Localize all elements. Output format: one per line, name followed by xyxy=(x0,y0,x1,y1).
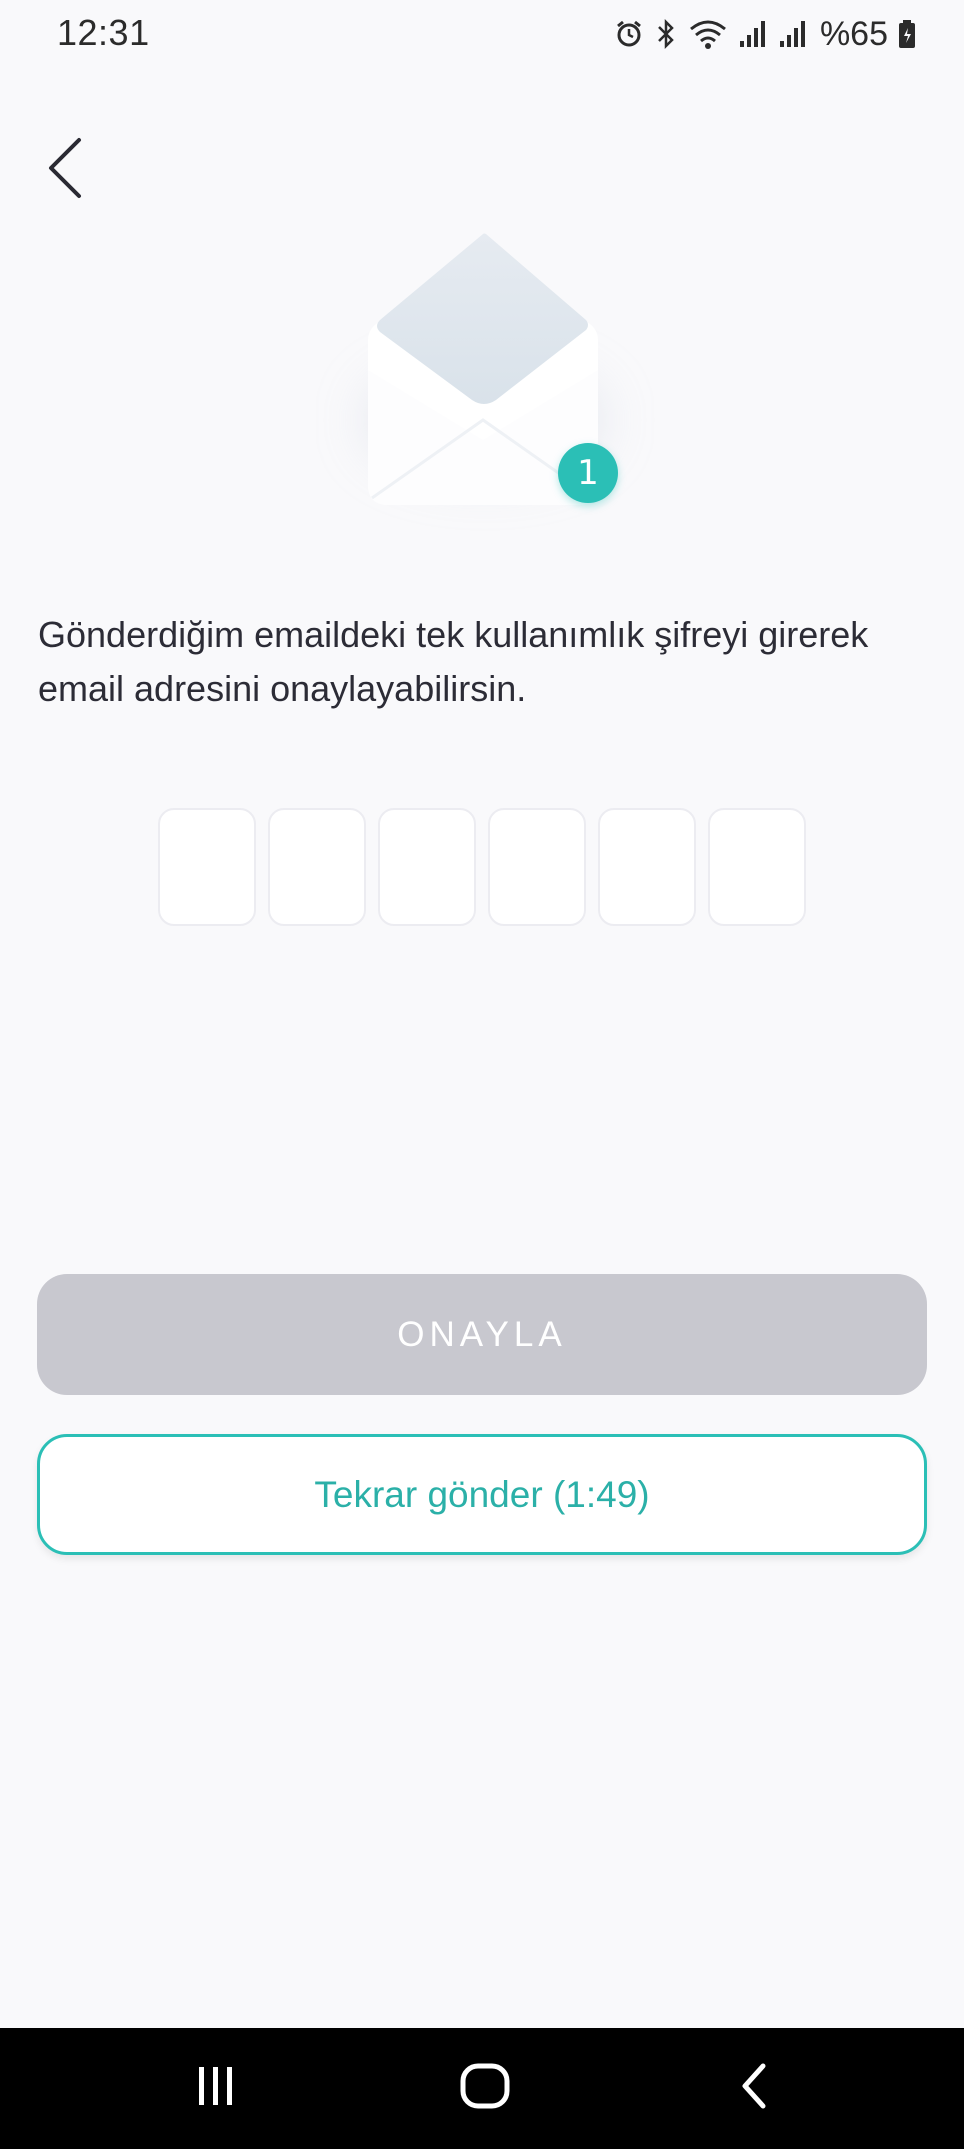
verification-description: Gönderdiğim emaildeki tek kullanımlık şi… xyxy=(38,614,869,709)
home-button[interactable] xyxy=(410,2028,560,2149)
otp-digit-3[interactable] xyxy=(378,808,476,926)
home-icon xyxy=(458,2059,512,2118)
status-bar: 12:31 %65 xyxy=(0,0,964,70)
otp-digit-2[interactable] xyxy=(268,808,366,926)
otp-digit-4[interactable] xyxy=(488,808,586,926)
alarm-icon xyxy=(614,19,644,49)
bluetooth-icon xyxy=(654,18,678,50)
notification-badge: 1 xyxy=(558,443,618,503)
resend-button[interactable]: Tekrar gönder (1:49) xyxy=(37,1434,927,1555)
nav-back-button[interactable] xyxy=(680,2028,830,2149)
signal-icon xyxy=(778,19,808,49)
otp-digit-6[interactable] xyxy=(708,808,806,926)
confirm-button-label: ONAYLA xyxy=(397,1314,567,1354)
envelope-illustration: 1 xyxy=(350,220,630,520)
recent-apps-icon xyxy=(191,2061,241,2116)
system-nav-bar xyxy=(0,2028,964,2149)
status-time: 12:31 xyxy=(57,12,150,53)
email-verification-screen: 12:31 %65 1 Gönderdiğim emaildeki tek ku… xyxy=(0,0,964,2149)
otp-digit-5[interactable] xyxy=(598,808,696,926)
signal-icon xyxy=(738,19,768,49)
confirm-button[interactable]: ONAYLA xyxy=(37,1274,927,1395)
otp-digit-1[interactable] xyxy=(158,808,256,926)
status-icons: %65 xyxy=(614,14,916,54)
otp-input-row xyxy=(158,808,806,926)
back-icon xyxy=(735,2061,775,2116)
wifi-icon xyxy=(688,18,728,50)
resend-button-label: Tekrar gönder (1:49) xyxy=(314,1473,650,1515)
recent-apps-button[interactable] xyxy=(141,2028,291,2149)
battery-icon xyxy=(898,19,916,49)
battery-percentage: %65 xyxy=(819,14,888,53)
back-button[interactable] xyxy=(30,130,100,210)
chevron-left-icon xyxy=(45,136,85,205)
